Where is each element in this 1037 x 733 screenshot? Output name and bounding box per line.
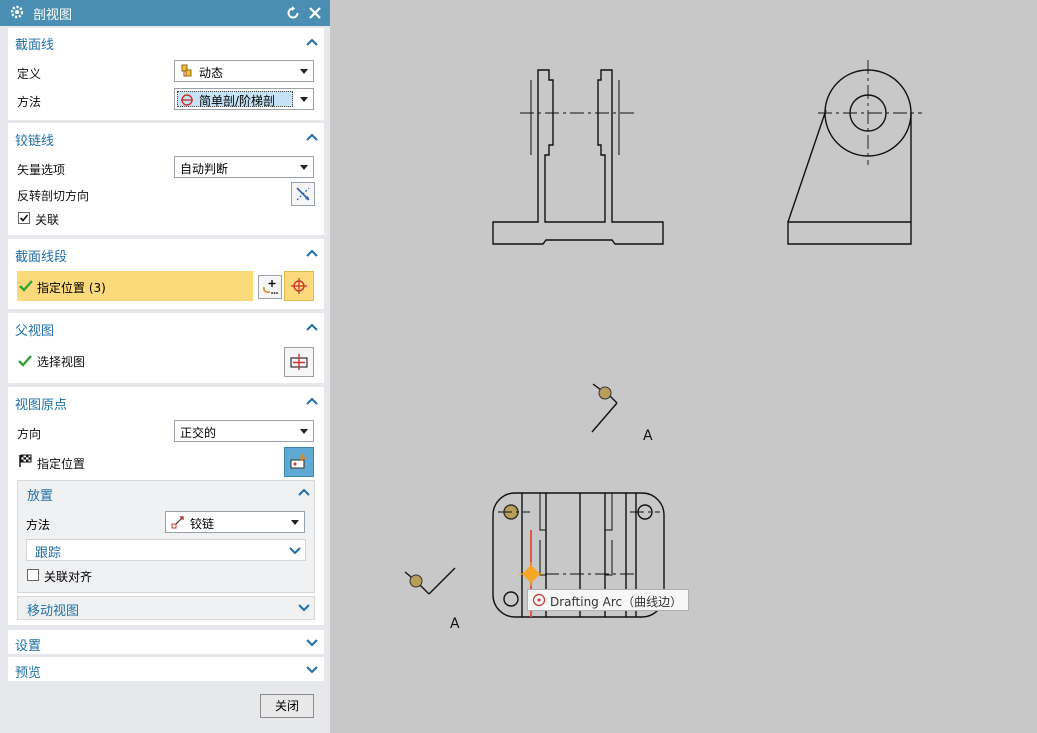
- select-view-button[interactable]: [284, 347, 314, 377]
- chevron-up-icon[interactable]: [306, 132, 318, 142]
- placement-method-dropdown[interactable]: 铰链: [165, 511, 305, 533]
- reverse-direction-icon: [296, 187, 310, 201]
- view-select-icon: [290, 354, 308, 370]
- chevron-up-icon[interactable]: [306, 37, 318, 47]
- dropdown-arrow-icon: [300, 429, 308, 434]
- chevron-down-icon: [306, 666, 318, 674]
- hinge-line-group: 铰链线 矢量选项 自动判断 反转剖切方向 关联: [8, 123, 324, 235]
- add-point-icon: [263, 280, 278, 294]
- settings-group[interactable]: 设置: [8, 630, 324, 654]
- section-label-top: A: [643, 428, 653, 444]
- placement-method-label: 方法: [26, 518, 51, 532]
- dialog-title: 剖视图: [33, 8, 73, 23]
- dynamic-section-icon: [181, 64, 192, 77]
- section-label-bottom: A: [450, 616, 460, 632]
- section-line-group: 截面线 定义 动态 方法 简单剖/阶梯剖: [8, 28, 324, 120]
- preview-heading: 预览: [15, 666, 42, 681]
- hinge-handle-bottom: [409, 574, 423, 588]
- placement-subgroup: 放置 方法 铰链 跟踪 关联对齐: [17, 480, 315, 593]
- direction-label: 方向: [17, 427, 42, 441]
- add-segment-button[interactable]: [258, 275, 282, 299]
- dropdown-arrow-icon: [300, 69, 308, 74]
- method-dropdown[interactable]: 简单剖/阶梯剖: [174, 88, 314, 110]
- track-subgroup-header[interactable]: 跟踪: [26, 539, 306, 561]
- section-symbol-bottom: [404, 567, 456, 595]
- checkmark-icon: [19, 214, 29, 222]
- chevron-down-icon: [289, 547, 301, 555]
- crosshair-icon: [291, 278, 307, 294]
- select-view-label: 选择视图: [37, 355, 86, 369]
- move-view-heading: 移动视图: [27, 604, 80, 619]
- vector-option-label: 矢量选项: [17, 163, 66, 177]
- front-view: [492, 69, 664, 245]
- chevron-up-icon[interactable]: [306, 396, 318, 406]
- origin-specify-label: 指定位置: [37, 457, 86, 471]
- checkmark-icon: [19, 280, 33, 292]
- placement-method-value: 铰链: [190, 517, 215, 531]
- move-origin-icon: [290, 453, 307, 469]
- dropdown-arrow-icon: [300, 165, 308, 170]
- vector-option-dropdown[interactable]: 自动判断: [174, 156, 314, 178]
- settings-heading: 设置: [15, 639, 42, 654]
- arc-center-icon: [532, 593, 546, 607]
- definition-value: 动态: [199, 66, 224, 80]
- chevron-down-icon: [306, 639, 318, 647]
- track-heading: 跟踪: [35, 546, 62, 561]
- method-label: 方法: [17, 95, 42, 109]
- specify-location-row[interactable]: 指定位置 (3): [17, 271, 253, 301]
- hinge-line-heading[interactable]: 铰链线: [15, 130, 54, 149]
- flag-icon: [19, 454, 32, 467]
- gear-icon[interactable]: [9, 4, 25, 20]
- chevron-up-icon[interactable]: [298, 487, 310, 497]
- method-value: 简单剖/阶梯剖: [199, 94, 276, 108]
- close-button[interactable]: 关闭: [260, 694, 314, 718]
- section-segment-group: 截面线段 指定位置 (3): [8, 239, 324, 309]
- chevron-up-icon[interactable]: [306, 248, 318, 258]
- simple-section-icon: [181, 94, 193, 106]
- checkmark-icon: [18, 355, 32, 367]
- dropdown-arrow-icon: [300, 97, 308, 102]
- associative-label: 关联: [35, 213, 60, 227]
- close-icon[interactable]: [307, 5, 323, 21]
- associative-checkbox[interactable]: [18, 212, 30, 224]
- parent-view-group: 父视图 选择视图: [8, 313, 324, 383]
- dialog-title-bar: 剖视图: [0, 0, 330, 26]
- hinge-icon: [171, 516, 184, 529]
- reset-icon[interactable]: [285, 5, 301, 21]
- definition-dropdown[interactable]: 动态: [174, 60, 314, 82]
- definition-label: 定义: [17, 67, 42, 81]
- preview-group[interactable]: 预览: [8, 657, 324, 681]
- snap-tooltip-text: Drafting Arc（曲线边）: [550, 595, 683, 609]
- section-segment-heading[interactable]: 截面线段: [15, 246, 67, 265]
- view-origin-group: 视图原点 方向 正交的 指定位置 放置 方法 铰链 跟踪 关联对齐 移动视图: [8, 387, 324, 625]
- chevron-down-icon: [298, 604, 310, 612]
- point-dialog-button[interactable]: [284, 271, 314, 301]
- reverse-direction-button[interactable]: [291, 182, 315, 206]
- direction-value: 正交的: [180, 426, 217, 440]
- direction-dropdown[interactable]: 正交的: [174, 420, 314, 442]
- hinge-handle-top: [598, 386, 612, 400]
- drawing-canvas[interactable]: A A: [330, 0, 1037, 733]
- snap-tooltip: Drafting Arc（曲线边）: [527, 589, 689, 611]
- parent-view-heading[interactable]: 父视图: [15, 320, 54, 339]
- specify-location-label: 指定位置 (3): [37, 281, 106, 295]
- dropdown-arrow-icon: [291, 520, 299, 525]
- origin-point-button[interactable]: [284, 447, 314, 477]
- chevron-up-icon[interactable]: [306, 322, 318, 332]
- reverse-direction-label: 反转剖切方向: [17, 189, 90, 203]
- vector-option-value: 自动判断: [180, 162, 229, 176]
- associative-align-label: 关联对齐: [44, 570, 93, 584]
- side-view: [787, 60, 922, 245]
- move-view-subgroup[interactable]: 移动视图: [17, 596, 315, 620]
- associative-align-checkbox[interactable]: [27, 569, 39, 581]
- section-line-heading[interactable]: 截面线: [15, 34, 54, 53]
- view-origin-heading[interactable]: 视图原点: [15, 394, 67, 413]
- placement-heading[interactable]: 放置: [27, 485, 53, 504]
- section-view-dialog: 剖视图 截面线 定义 动态 方法 简单剖/阶梯剖 铰链线 矢量选项 自动判断 反…: [0, 0, 330, 733]
- section-symbol-top: [591, 383, 618, 433]
